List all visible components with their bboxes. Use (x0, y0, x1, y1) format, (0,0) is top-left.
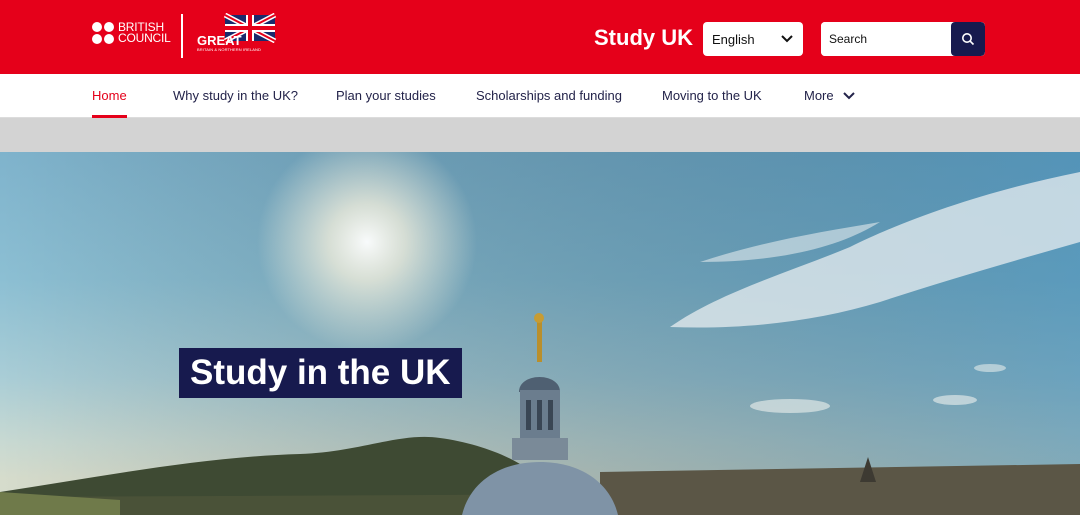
chevron-down-icon (843, 91, 855, 99)
logo-divider (181, 14, 183, 58)
hero-title: Study in the UK (179, 348, 462, 398)
chevron-down-icon (781, 35, 793, 43)
main-nav: Home Why study in the UK? Plan your stud… (0, 74, 1080, 118)
nav-item-moving[interactable]: Moving to the UK (662, 74, 762, 118)
nav-item-more[interactable]: More (804, 74, 855, 118)
top-header: BRITISH COUNCIL GREAT BRITAIN & NORTHERN… (0, 0, 1080, 74)
search-input[interactable] (821, 22, 951, 56)
british-council-logo[interactable]: BRITISH COUNCIL (92, 20, 171, 45)
nav-item-plan-studies[interactable]: Plan your studies (336, 74, 436, 118)
site-title[interactable]: Study UK (594, 25, 693, 51)
grey-banner-strip (0, 118, 1080, 152)
nav-item-why-study[interactable]: Why study in the UK? (173, 74, 298, 118)
nav-item-more-label: More (804, 88, 834, 103)
great-britain-logo[interactable]: GREAT BRITAIN & NORTHERN IRELAND (197, 13, 277, 55)
hero-banner: Study in the UK (0, 152, 1080, 515)
great-subtext: BRITAIN & NORTHERN IRELAND (197, 47, 262, 52)
language-selected-value: English (712, 31, 755, 47)
great-wordmark: GREAT (197, 33, 242, 48)
language-select[interactable]: English (703, 22, 803, 56)
nav-item-home[interactable]: Home (92, 74, 127, 118)
british-council-dots-icon (92, 22, 114, 44)
search-icon (962, 33, 975, 46)
british-council-wordmark: BRITISH COUNCIL (118, 20, 171, 45)
nav-item-scholarships[interactable]: Scholarships and funding (476, 74, 622, 118)
hero-background-image (0, 152, 1080, 515)
search-button[interactable] (951, 22, 985, 56)
search-form (821, 22, 985, 56)
